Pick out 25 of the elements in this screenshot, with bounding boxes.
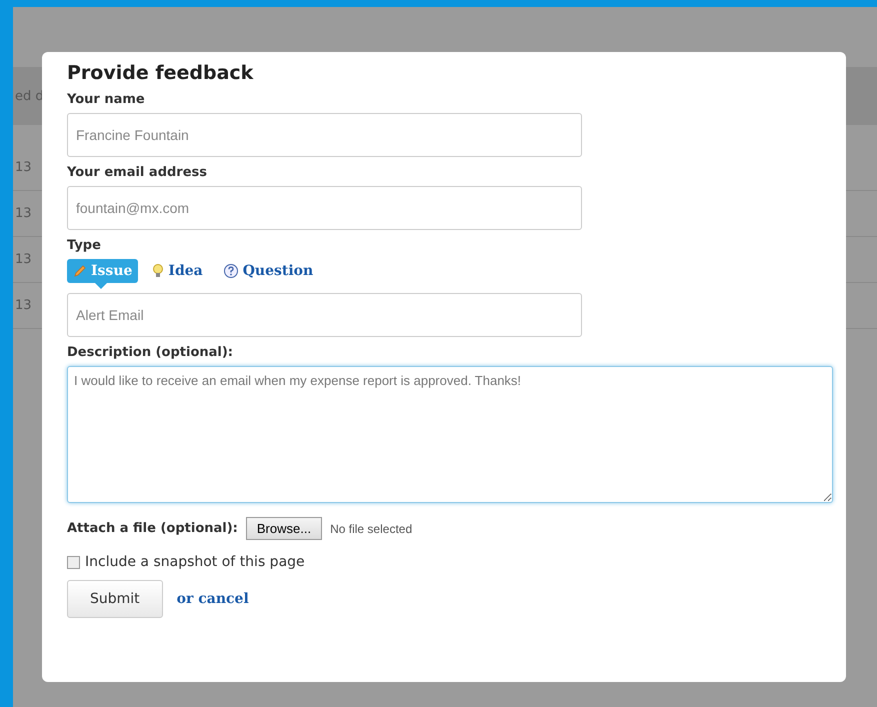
description-field[interactable]: I would like to receive an email when my expense report is approved. Thanks!	[67, 366, 833, 503]
file-status: No file selected	[330, 522, 412, 536]
table-cell: 13	[15, 252, 32, 267]
question-icon	[222, 263, 239, 279]
field-label: Your name	[67, 92, 146, 107]
field-label: Your email address	[67, 165, 208, 180]
checkbox[interactable]	[67, 556, 80, 568]
field-label: Type	[67, 238, 102, 253]
checkbox-label: Include a snapshot of this page	[85, 554, 305, 570]
field-label: Description (optional):	[67, 345, 234, 360]
pencil-icon	[73, 264, 87, 278]
table-cell: 13	[15, 206, 32, 221]
type-tab[interactable]: Question	[216, 259, 320, 283]
table-cell: 13	[15, 160, 32, 175]
email-field[interactable]: fountain@mx.com	[67, 186, 582, 230]
dialog-title: Provide feedback	[67, 62, 254, 84]
type-tab[interactable]: Idea	[146, 259, 209, 283]
field-label: Attach a file (optional):	[67, 521, 238, 536]
browse-button[interactable]: Browse...	[246, 517, 322, 540]
cancel-link[interactable]: or cancel	[176, 591, 249, 607]
submit-button[interactable]: Submit	[67, 580, 163, 618]
subject-field[interactable]: Alert Email	[67, 293, 582, 337]
lightbulb-icon	[152, 263, 164, 279]
name-field[interactable]: Francine Fountain	[67, 113, 582, 157]
table-cell: 13	[15, 298, 32, 313]
